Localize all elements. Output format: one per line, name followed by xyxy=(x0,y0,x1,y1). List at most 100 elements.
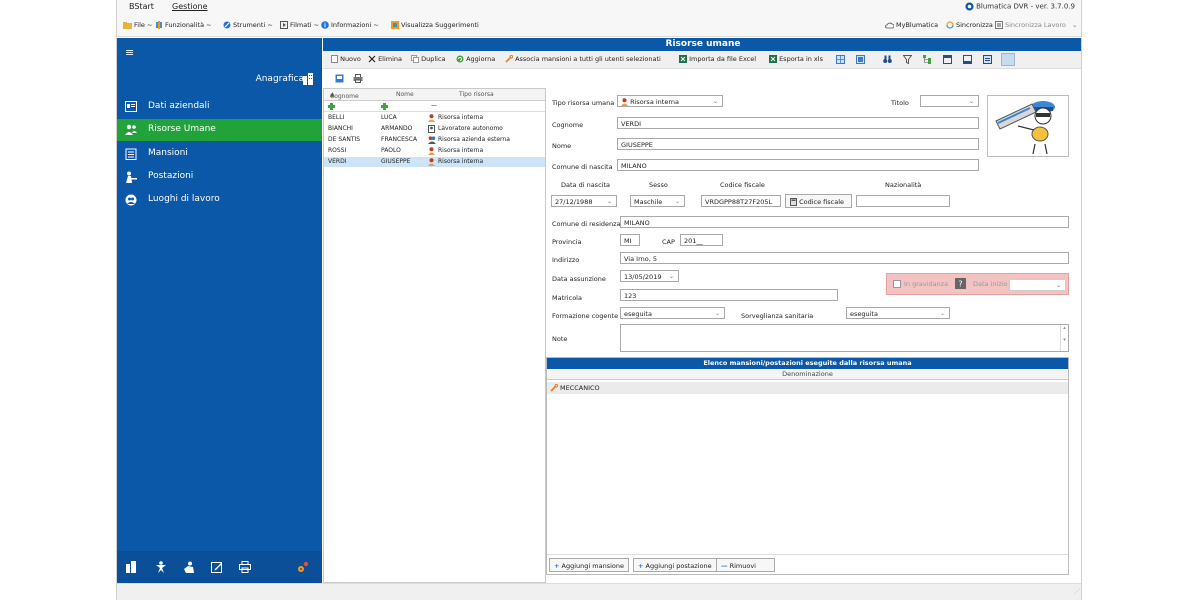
aggiorna-button[interactable]: Aggiorna xyxy=(456,55,495,63)
buildings-icon[interactable] xyxy=(125,561,137,573)
column-header-cognome[interactable]: Cognome ▲ xyxy=(330,91,359,100)
codice-fiscale-input[interactable]: VRDGPP88T27F205L xyxy=(701,195,781,207)
table-row[interactable]: BELLI LUCA Risorsa interna xyxy=(324,113,545,123)
sidebar-item-luoghi-di-lavoro[interactable]: Luoghi di lavoro xyxy=(117,189,322,211)
printer-icon[interactable] xyxy=(239,561,251,573)
menu-tab-bstart[interactable]: BStart xyxy=(129,2,154,11)
grid-edit-icon[interactable] xyxy=(856,55,865,64)
person-internal-icon xyxy=(428,158,435,166)
comune-nascita-label: Comune di nascita xyxy=(552,163,613,171)
filmati-menu[interactable]: Filmati ~ xyxy=(280,21,319,29)
calcola-codice-fiscale-button[interactable]: Codice fiscale xyxy=(785,194,852,208)
formazione-cogente-select[interactable]: eseguita ⌄ xyxy=(620,307,725,319)
worker-avatar-icon xyxy=(995,101,1055,155)
filter-icon[interactable] xyxy=(903,55,912,64)
funzionalita-menu[interactable]: Funzionalità ~ xyxy=(155,21,212,29)
matricola-input[interactable]: 123 xyxy=(620,289,838,301)
file-menu[interactable]: File ~ xyxy=(123,21,152,29)
main-toolbar: File ~ Funzionalità ~ Strumenti ~ Filmat… xyxy=(117,15,1081,37)
myblumatica-button[interactable]: MyBlumatica xyxy=(885,21,938,29)
informazioni-menu[interactable]: Informazioni ~ xyxy=(321,21,379,29)
sesso-select[interactable]: Maschile ⌄ xyxy=(630,195,685,207)
column-header-nome[interactable]: Nome xyxy=(396,91,414,98)
esporta-xls-button[interactable]: Esporta in xls xyxy=(769,55,823,63)
strumenti-menu[interactable]: Strumenti ~ xyxy=(223,21,273,29)
chevron-down-icon: ⌄ xyxy=(714,310,720,317)
visualizza-suggerimenti-label: Visualizza Suggerimenti xyxy=(401,21,479,29)
layout-icon-3[interactable] xyxy=(983,55,992,64)
table-row[interactable]: MECCANICO xyxy=(547,382,1068,394)
titolo-select[interactable]: ⌄ xyxy=(920,95,979,107)
visualizza-suggerimenti-button[interactable]: Visualizza Suggerimenti xyxy=(391,21,479,29)
filter-row[interactable]: — xyxy=(324,101,545,112)
aggiungi-postazione-button[interactable]: + Aggiungi postazione xyxy=(633,558,717,572)
cap-input[interactable]: 201__ xyxy=(680,234,723,246)
data-assunzione-input[interactable]: 13/05/2019 ⌄ xyxy=(620,270,679,282)
cell-tipo: Risorsa interna xyxy=(438,158,484,165)
sidebar-item-dati-aziendali[interactable]: Dati aziendali xyxy=(117,96,322,118)
risk-worker-icon[interactable] xyxy=(155,561,167,573)
binoculars-icon[interactable] xyxy=(883,55,892,64)
layout-icon-active[interactable] xyxy=(1001,53,1015,66)
sorveglianza-sanitaria-select[interactable]: eseguita ⌄ xyxy=(846,307,950,319)
indirizzo-input[interactable]: Via Irno, 5 xyxy=(620,252,1069,264)
data-inizio-input[interactable]: ⌄ xyxy=(1009,279,1066,291)
save-layout-icon[interactable] xyxy=(335,74,344,83)
new-document-icon xyxy=(331,55,338,63)
column-header-tipo-risorsa[interactable]: Tipo risorsa xyxy=(459,91,494,98)
table-row[interactable]: DE SANTIS FRANCESCA Risorsa azienda este… xyxy=(324,135,545,145)
clipboard-icon xyxy=(125,148,137,160)
comune-residenza-input[interactable]: MILANO xyxy=(620,216,1069,228)
associa-mansioni-button[interactable]: Associa mansioni a tutti gli utenti sele… xyxy=(505,55,661,63)
comune-nascita-input[interactable]: MILANO xyxy=(617,159,979,171)
layout-icon-2[interactable] xyxy=(963,55,972,64)
provincia-input[interactable]: MI xyxy=(620,234,640,246)
suggestions-icon xyxy=(391,21,399,29)
gears-icon[interactable] xyxy=(297,561,309,573)
table-row[interactable]: BIANCHI ARMANDO Lavoratore autonomo xyxy=(324,124,545,134)
elimina-button[interactable]: Elimina xyxy=(368,55,402,63)
data-nascita-input[interactable]: 27/12/1988 ⌄ xyxy=(551,195,617,207)
codice-fiscale-label: Codice fiscale xyxy=(720,181,765,189)
gravidanza-checkbox[interactable] xyxy=(893,280,901,288)
aggiungi-mansione-button[interactable]: + Aggiungi mansione xyxy=(549,558,629,572)
note-textarea[interactable]: ▴ ▾ xyxy=(620,324,1069,352)
layout-icon-1[interactable] xyxy=(943,55,952,64)
ribbon-collapse-icon[interactable]: ⌄ xyxy=(1072,21,1077,29)
nuovo-button[interactable]: Nuovo xyxy=(331,55,361,63)
cell-tipo: Risorsa interna xyxy=(438,147,484,154)
note-scrollbar[interactable]: ▴ ▾ xyxy=(1060,325,1068,351)
duplica-button[interactable]: Duplica xyxy=(411,55,446,63)
mansioni-panel-title: Elenco mansioni/postazioni eseguite dall… xyxy=(547,358,1068,369)
plus-icon: + xyxy=(554,562,560,570)
importa-excel-button[interactable]: Importa da file Excel xyxy=(679,55,756,63)
nazionalita-input[interactable] xyxy=(856,195,950,207)
cell-cognome: VERDI xyxy=(328,158,347,165)
table-row-selected[interactable]: VERDI GIUSEPPE Risorsa interna xyxy=(324,157,545,167)
menu-tab-gestione[interactable]: Gestione xyxy=(172,2,208,11)
cognome-input[interactable]: VERDI xyxy=(617,117,979,129)
sidebar-item-mansioni[interactable]: Mansioni xyxy=(117,143,322,165)
excel-icon xyxy=(679,55,687,63)
data-nascita-label: Data di nascita xyxy=(561,181,610,189)
print-icon[interactable] xyxy=(353,74,363,83)
help-icon[interactable]: ? xyxy=(955,278,966,289)
sidebar-item-postazioni[interactable]: Postazioni xyxy=(117,166,322,188)
sincronizza-button[interactable]: Sincronizza xyxy=(946,21,993,29)
grid-view-icon[interactable] xyxy=(836,55,845,64)
tree-icon[interactable] xyxy=(923,55,932,64)
resize-grip-icon[interactable]: ⋰ xyxy=(1074,588,1080,595)
table-row[interactable]: ROSSI PAOLO Risorsa interna xyxy=(324,146,545,156)
edit-icon[interactable] xyxy=(211,561,223,573)
rimuovi-button[interactable]: — Rimuovi xyxy=(716,558,775,572)
tipo-risorsa-select[interactable]: Risorsa interna ⌄ xyxy=(617,95,723,107)
sincronizza-lavoro-button[interactable]: Sincronizza Lavoro xyxy=(995,21,1066,29)
avatar[interactable] xyxy=(987,95,1069,157)
gravidanza-label: In gravidanza xyxy=(904,280,949,288)
delete-x-icon xyxy=(368,55,376,63)
nome-input[interactable]: GIUSEPPE xyxy=(617,138,979,150)
sidebar-item-risorse-umane[interactable]: Risorse Umane xyxy=(117,119,322,141)
hamburger-menu-icon[interactable]: ≡ xyxy=(125,46,134,59)
hand-person-icon[interactable] xyxy=(183,561,195,573)
column-header-denominazione[interactable]: Denominazione xyxy=(547,369,1068,380)
